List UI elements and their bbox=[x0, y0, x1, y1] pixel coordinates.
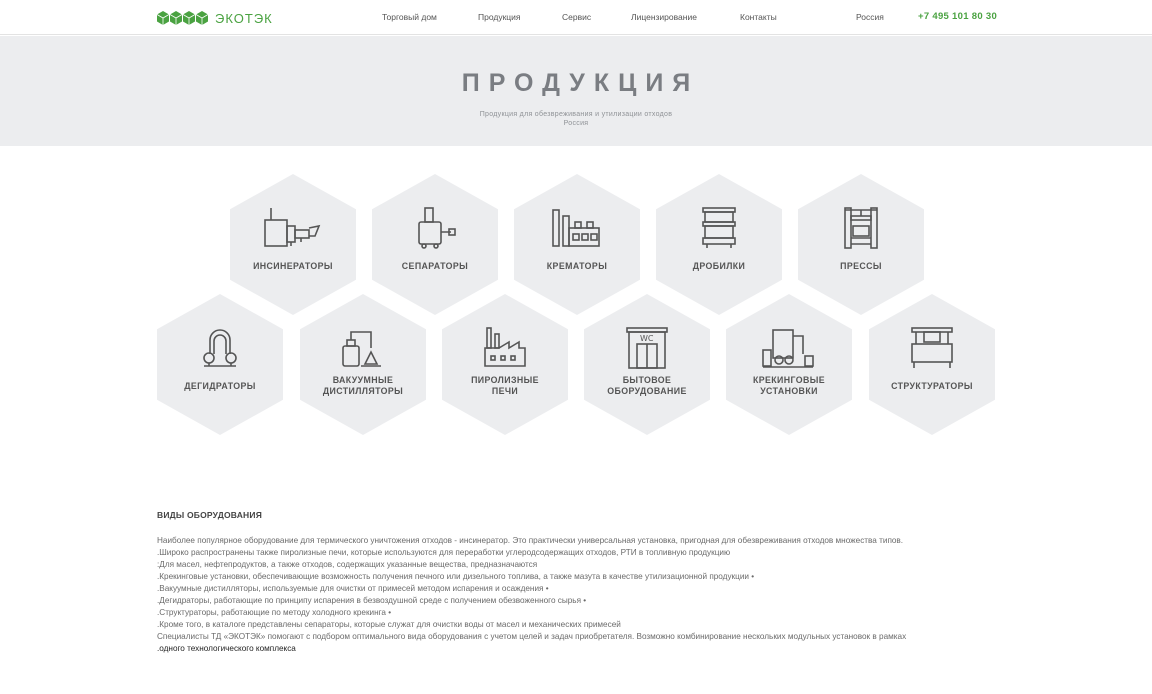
top-bar: ЭКОТЭК Торговый дом Продукция Сервис Лиц… bbox=[0, 0, 1152, 35]
pyrolysis-furnace-icon bbox=[484, 327, 526, 367]
product-label: СЕПАРАТОРЫ bbox=[401, 261, 469, 271]
hero-banner: ПРОДУКЦИЯ Продукция для обезвреживания и… bbox=[0, 36, 1152, 146]
dehydrator-icon bbox=[203, 329, 237, 367]
paragraph: Наиболее популярное оборудование для тер… bbox=[157, 536, 904, 545]
paragraph: .Крекинговые установки, обеспечивающие в… bbox=[157, 572, 755, 581]
product-tile-separators[interactable]: СЕПАРАТОРЫ bbox=[372, 174, 498, 315]
nav-licensing[interactable]: Лицензирование bbox=[631, 12, 697, 22]
product-label: БЫТОВОЕ ОБОРУДОВАНИЕ bbox=[607, 375, 687, 396]
product-tile-presses[interactable]: ПРЕССЫ bbox=[798, 174, 924, 315]
vacuum-distiller-icon bbox=[342, 331, 381, 367]
press-icon bbox=[844, 207, 878, 249]
product-tile-dehydrators[interactable]: ДЕГИДРАТОРЫ bbox=[157, 294, 283, 435]
crusher-icon bbox=[702, 207, 736, 248]
paragraph: :Для масел, нефтепродуктов, а также отхо… bbox=[157, 560, 538, 569]
nav-contacts[interactable]: Контакты bbox=[740, 12, 777, 22]
region-selector[interactable]: Россия bbox=[856, 12, 884, 22]
nav-trading-house[interactable]: Торговый дом bbox=[382, 12, 437, 22]
phone-link[interactable]: +7 495 101 80 30 bbox=[918, 11, 997, 22]
svg-text:WC: WC bbox=[640, 334, 654, 343]
product-tile-incinerators[interactable]: ИНСИНЕРАТОРЫ bbox=[230, 174, 356, 315]
logo-cubes-icon bbox=[157, 11, 208, 25]
paragraph: .Дегидраторы, работающие по принципу исп… bbox=[157, 596, 587, 605]
section-heading: ВИДЫ ОБОРУДОВАНИЯ bbox=[157, 510, 263, 520]
product-tile-crematoriums[interactable]: КРЕМАТОРЫ bbox=[514, 174, 640, 315]
product-label: ДРОБИЛКИ bbox=[692, 261, 746, 271]
product-label: КРЕКИНГОВЫЕ УСТАНОВКИ bbox=[752, 375, 826, 396]
household-wc-icon: WC bbox=[626, 327, 668, 369]
product-label: ДЕГИДРАТОРЫ bbox=[184, 381, 256, 391]
paragraph: .Структураторы, работающие по методу хол… bbox=[157, 608, 392, 617]
paragraph: Специалисты ТД «ЭКОТЭК» помогают с подбо… bbox=[157, 632, 907, 641]
product-tile-pyrolysis-furnaces[interactable]: ПИРОЛИЗНЫЕ ПЕЧИ bbox=[442, 294, 568, 435]
product-label: ВАКУУМНЫЕ ДИСТИЛЛЯТОРЫ bbox=[322, 375, 404, 396]
product-tile-vacuum-distillers[interactable]: ВАКУУМНЫЕ ДИСТИЛЛЯТОРЫ bbox=[300, 294, 426, 435]
section-text: Наиболее популярное оборудование для тер… bbox=[157, 535, 997, 655]
product-label: СТРУКТУРАТОРЫ bbox=[891, 381, 973, 391]
crematorium-icon bbox=[552, 209, 600, 247]
product-label: ИНСИНЕРАТОРЫ bbox=[253, 261, 333, 271]
product-label: ПИРОЛИЗНЫЕ ПЕЧИ bbox=[471, 375, 539, 396]
product-label: КРЕМАТОРЫ bbox=[546, 261, 608, 271]
paragraph: .Кроме того, в каталоге представлены сеп… bbox=[157, 620, 621, 629]
brand-name: ЭКОТЭК bbox=[215, 10, 273, 26]
page-title: ПРОДУКЦИЯ bbox=[461, 69, 700, 97]
separator-icon bbox=[418, 207, 456, 249]
nav-products[interactable]: Продукция bbox=[478, 12, 521, 22]
site-logo[interactable]: ЭКОТЭК bbox=[157, 10, 273, 26]
incinerator-icon bbox=[264, 208, 321, 247]
paragraph: .Широко распространены также пиролизные … bbox=[157, 548, 731, 557]
page-subtitle: Продукция для обезвреживания и утилизаци… bbox=[0, 110, 1152, 128]
equipment-types-section: ВИДЫ ОБОРУДОВАНИЯ Наиболее популярное об… bbox=[157, 510, 997, 653]
cracking-plant-icon bbox=[762, 329, 814, 368]
product-tile-structurators[interactable]: СТРУКТУРАТОРЫ bbox=[869, 294, 995, 435]
subtitle-line-2: Россия bbox=[563, 120, 589, 127]
subtitle-line-1: Продукция для обезвреживания и утилизаци… bbox=[479, 111, 673, 118]
nav-service[interactable]: Сервис bbox=[562, 12, 591, 22]
product-tile-cracking-plants[interactable]: КРЕКИНГОВЫЕ УСТАНОВКИ bbox=[726, 294, 852, 435]
product-tile-crushers[interactable]: ДРОБИЛКИ bbox=[656, 174, 782, 315]
product-tile-household-equipment[interactable]: WC БЫТОВОЕ ОБОРУДОВАНИЕ bbox=[584, 294, 710, 435]
product-label: ПРЕССЫ bbox=[840, 261, 882, 271]
structurator-icon bbox=[911, 327, 953, 368]
paragraph: .Вакуумные дистилляторы, используемые дл… bbox=[157, 584, 549, 593]
paragraph: .одного технологического комплекса bbox=[157, 644, 296, 653]
